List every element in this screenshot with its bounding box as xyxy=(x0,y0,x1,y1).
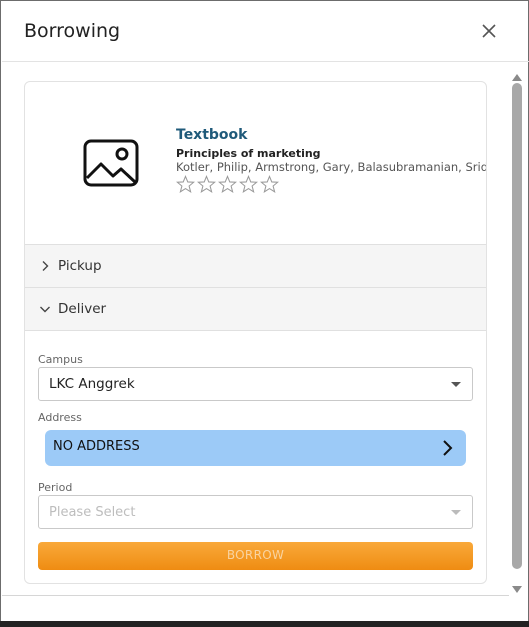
address-label: Address xyxy=(38,411,82,424)
book-title: Principles of marketing xyxy=(176,147,321,160)
borrowing-dialog: Borrowing Textbook Principles of marketi… xyxy=(0,0,529,627)
campus-label: Campus xyxy=(38,353,83,366)
book-authors: Kotler, Philip, Armstrong, Gary, Balasub… xyxy=(176,160,487,174)
chevron-right-icon xyxy=(42,261,49,271)
period-select[interactable]: Please Select xyxy=(38,495,473,529)
scrollbar-thumb[interactable] xyxy=(512,83,522,569)
accordion-deliver-label: Deliver xyxy=(58,301,107,317)
accordion-deliver[interactable]: Deliver xyxy=(25,288,486,331)
period-placeholder: Please Select xyxy=(49,505,136,520)
star-icon[interactable] xyxy=(197,175,216,194)
star-icon[interactable] xyxy=(176,175,195,194)
chevron-right-icon xyxy=(443,440,453,456)
book-type[interactable]: Textbook xyxy=(176,127,247,143)
dialog-header: Borrowing xyxy=(2,2,529,62)
window-bottom-edge xyxy=(0,621,529,627)
close-icon[interactable] xyxy=(478,20,500,42)
star-icon[interactable] xyxy=(260,175,279,194)
scroll-down-arrow-icon[interactable] xyxy=(511,580,523,593)
star-icon[interactable] xyxy=(218,175,237,194)
caret-down-icon xyxy=(451,382,461,387)
accordion-pickup-label: Pickup xyxy=(58,258,102,274)
campus-select[interactable]: LKC Anggrek xyxy=(38,367,473,401)
chevron-down-icon xyxy=(40,306,50,313)
campus-value: LKC Anggrek xyxy=(49,376,135,392)
footer-divider xyxy=(2,595,509,596)
caret-down-icon xyxy=(451,510,461,515)
image-placeholder-icon xyxy=(83,138,139,188)
rating-stars xyxy=(176,175,279,195)
scroll-up-arrow-icon[interactable] xyxy=(511,67,523,81)
star-icon[interactable] xyxy=(239,175,258,194)
borrow-button-label: BORROW xyxy=(226,548,285,562)
address-selector-button[interactable]: NO ADDRESS xyxy=(45,430,466,466)
borrow-button[interactable]: BORROW xyxy=(38,542,473,570)
dialog-title: Borrowing xyxy=(24,20,121,42)
address-value: NO ADDRESS xyxy=(53,439,140,454)
period-label: Period xyxy=(38,481,73,494)
accordion-pickup[interactable]: Pickup xyxy=(25,245,486,288)
borrow-card: Textbook Principles of marketing Kotler,… xyxy=(24,81,487,584)
